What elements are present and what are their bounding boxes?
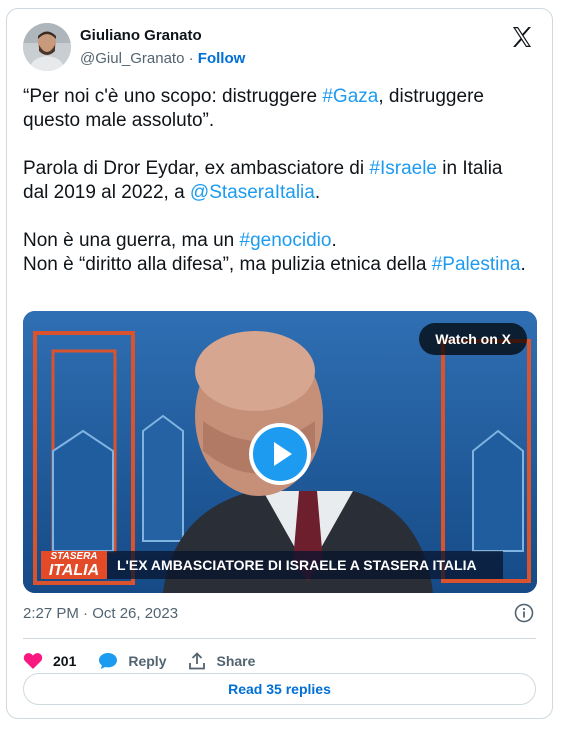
handle-separator: · (188, 50, 194, 67)
heart-icon (23, 653, 43, 669)
text-run: . (314, 182, 321, 203)
avatar[interactable] (23, 23, 71, 71)
tweet-paragraph-3: Non è una guerra, ma un #genocidio. Non è… (23, 229, 533, 277)
reply-bubble-icon (99, 653, 118, 669)
ticker-headline: L'EX AMBASCIATORE DI ISRAELE A STASERA I… (107, 551, 503, 579)
reply-label: Reply (128, 653, 167, 669)
play-icon (274, 442, 292, 466)
divider (23, 638, 536, 639)
share-button[interactable]: Share (188, 652, 255, 670)
hashtag-gaza[interactable]: #Gaza (322, 86, 378, 107)
author-handle-row: @Giul_Granato · Follow (80, 50, 245, 67)
play-button[interactable] (249, 423, 311, 485)
text-run: . (331, 230, 337, 251)
text-run: “Per noi c'è uno scopo: distruggere (23, 86, 323, 107)
video-ticker: STASERA ITALIA L'EX AMBASCIATORE DI ISRA… (41, 551, 503, 579)
tweet-paragraph-1: “Per noi c'è uno scopo: distruggere #Gaz… (23, 85, 533, 133)
video-player[interactable]: Watch on X STASERA ITALIA L'EX AMBASCIAT… (23, 311, 537, 593)
tweet-text: “Per noi c'è uno scopo: distruggere #Gaz… (23, 85, 533, 301)
follow-button[interactable]: Follow (198, 50, 246, 67)
share-label: Share (216, 653, 256, 669)
tweet-card: Giuliano Granato @Giul_Granato · Follow … (6, 8, 553, 719)
watch-on-x-button[interactable]: Watch on X (419, 323, 527, 355)
share-icon (189, 652, 206, 670)
tweet-paragraph-2: Parola di Dror Eydar, ex ambasciatore di… (23, 157, 533, 205)
text-run: Non è una guerra, ma un (23, 230, 240, 251)
hashtag-palestina[interactable]: #Palestina (432, 254, 521, 275)
text-run: Parola di Dror Eydar, ex ambasciatore di (23, 158, 370, 179)
channel-logo-bottom: ITALIA (48, 562, 100, 579)
text-run: Non è “diritto alla difesa”, ma pulizia … (23, 254, 432, 275)
author-handle[interactable]: @Giul_Granato (80, 50, 184, 67)
tweet-timestamp[interactable]: 2:27 PM · Oct 26, 2023 (23, 605, 178, 622)
like-button[interactable]: 201 (23, 652, 76, 670)
like-count: 201 (53, 653, 77, 669)
text-run: . (520, 254, 526, 275)
hashtag-israele[interactable]: #Israele (369, 158, 437, 179)
mention-staseraitalia[interactable]: @StaseraItalia (190, 182, 315, 203)
info-icon[interactable] (514, 603, 534, 623)
channel-logo: STASERA ITALIA (41, 551, 107, 579)
reply-button[interactable]: Reply (98, 652, 166, 670)
x-logo-icon[interactable] (510, 25, 534, 49)
author-name[interactable]: Giuliano Granato (80, 27, 202, 44)
read-replies-button[interactable]: Read 35 replies (23, 673, 536, 705)
avatar-photo (23, 23, 71, 71)
hashtag-genocidio[interactable]: #genocidio (240, 230, 332, 251)
